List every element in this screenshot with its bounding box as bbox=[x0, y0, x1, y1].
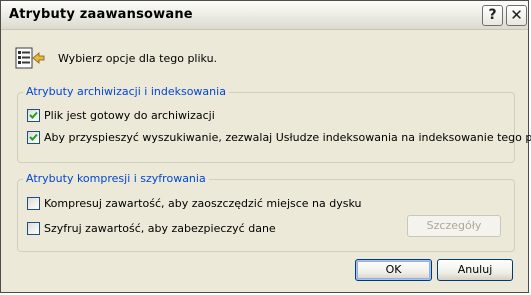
help-button[interactable]: ? bbox=[482, 5, 503, 26]
compress-encrypt-group-legend: Atrybuty kompresji i szyfrowania bbox=[23, 172, 209, 185]
archive-ready-checkbox[interactable] bbox=[27, 108, 40, 122]
archive-ready-option[interactable]: Plik jest gotowy do archiwizacji bbox=[27, 108, 215, 122]
encrypt-option[interactable]: Szyfruj zawartość, aby zabezpieczyć dane bbox=[27, 221, 276, 235]
archive-ready-label: Plik jest gotowy do archiwizacji bbox=[44, 108, 215, 122]
index-label: Aby przyspieszyć wyszukiwanie, zezwalaj … bbox=[44, 130, 531, 144]
file-properties-icon bbox=[15, 47, 45, 69]
close-button[interactable]: ✕ bbox=[506, 5, 527, 26]
dialog-prompt: Wybierz opcje dla tego pliku. bbox=[58, 52, 218, 65]
index-checkbox[interactable] bbox=[27, 130, 40, 144]
checkmark-icon bbox=[29, 133, 38, 141]
encrypt-label: Szyfruj zawartość, aby zabezpieczyć dane bbox=[44, 221, 276, 235]
archive-index-group: Atrybuty archiwizacji i indeksowania bbox=[17, 85, 515, 163]
title-bar[interactable]: Atrybuty zaawansowane ? ✕ bbox=[1, 1, 528, 30]
compress-checkbox[interactable] bbox=[27, 196, 40, 210]
index-option[interactable]: Aby przyspieszyć wyszukiwanie, zezwalaj … bbox=[27, 130, 531, 144]
checkmark-icon bbox=[29, 111, 38, 119]
encrypt-checkbox[interactable] bbox=[27, 221, 40, 235]
archive-index-group-legend: Atrybuty archiwizacji i indeksowania bbox=[23, 85, 229, 98]
details-button[interactable]: Szczegóły bbox=[407, 215, 501, 237]
dialog-title: Atrybuty zaawansowane bbox=[9, 7, 193, 22]
compress-option[interactable]: Kompresuj zawartość, aby zaoszczędzić mi… bbox=[27, 196, 362, 210]
ok-button[interactable]: OK bbox=[355, 259, 432, 281]
compress-label: Kompresuj zawartość, aby zaoszczędzić mi… bbox=[44, 196, 362, 210]
cancel-button[interactable]: Anuluj bbox=[437, 259, 513, 281]
